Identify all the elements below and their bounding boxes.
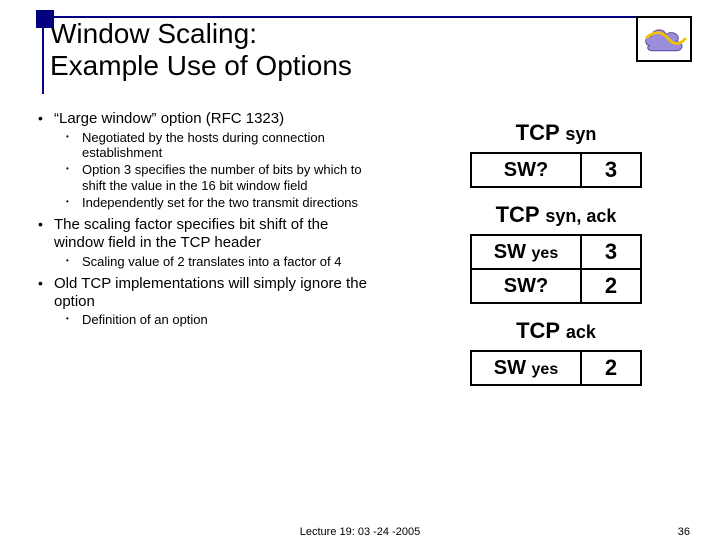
footer-center: Lecture 19: 03 -24 -2005	[0, 526, 720, 538]
sw-cell-main: SW	[494, 241, 532, 263]
footer-page-number: 36	[678, 526, 690, 538]
sub-bullet-text: Option 3 specifies the number of bits by…	[82, 162, 362, 192]
title-rule-top	[54, 16, 660, 18]
sub-bullet-item: Option 3 specifies the number of bits by…	[54, 162, 376, 193]
sw-cell-left: SW?	[471, 269, 581, 303]
tcp-heading-main: TCP	[516, 120, 566, 145]
title-rule-left	[42, 28, 44, 94]
sub-bullet-text: Definition of an option	[82, 312, 208, 327]
table-row: SW? 3	[471, 153, 641, 187]
sub-bullet-list: Definition of an option	[54, 312, 376, 327]
table-row: SW yes 3	[471, 235, 641, 269]
tcp-heading-main: TCP	[496, 202, 546, 227]
slide-logo	[636, 16, 692, 62]
bullet-list: “Large window” option (RFC 1323) Negotia…	[36, 110, 376, 328]
sub-bullet-text: Independently set for the two transmit d…	[82, 195, 358, 210]
table-row: SW? 2	[471, 269, 641, 303]
title-accent-square	[36, 10, 54, 28]
bullet-content: “Large window” option (RFC 1323) Negotia…	[36, 110, 376, 334]
slide-title: Window Scaling: Example Use of Options	[44, 18, 660, 82]
sw-cell-main: SW?	[504, 275, 548, 297]
diagram-column: TCP syn SW? 3 TCP syn, ack SW yes 3 SW? …	[426, 120, 686, 400]
sw-cell-sub: yes	[532, 245, 559, 262]
sw-cell-main: SW	[494, 357, 532, 379]
sw-cell-left: SW yes	[471, 351, 581, 385]
sw-cell-left: SW yes	[471, 235, 581, 269]
sw-cell-right: 3	[581, 235, 641, 269]
tcp-heading-sub: ack	[566, 322, 596, 342]
sub-bullet-list: Scaling value of 2 translates into a fac…	[54, 254, 376, 269]
sub-bullet-item: Scaling value of 2 translates into a fac…	[54, 254, 376, 269]
tcp-heading-sub: syn, ack	[545, 206, 616, 226]
sw-table: SW yes 3 SW? 2	[470, 234, 642, 304]
sw-cell-main: SW?	[504, 159, 548, 181]
sub-bullet-text: Scaling value of 2 translates into a fac…	[82, 254, 341, 269]
cloud-icon	[640, 20, 688, 58]
sw-table: SW? 3	[470, 152, 642, 188]
bullet-text: “Large window” option (RFC 1323)	[54, 110, 284, 127]
slide-title-area: Window Scaling: Example Use of Options	[44, 18, 660, 82]
sw-cell-right: 2	[581, 351, 641, 385]
bullet-text: Old TCP implementations will simply igno…	[54, 275, 367, 310]
tcp-heading: TCP ack	[426, 318, 686, 344]
sw-cell-sub: yes	[532, 361, 559, 378]
tcp-heading: TCP syn	[426, 120, 686, 146]
sw-table: SW yes 2	[470, 350, 642, 386]
sub-bullet-item: Independently set for the two transmit d…	[54, 195, 376, 210]
sub-bullet-list: Negotiated by the hosts during connectio…	[54, 130, 376, 211]
sw-cell-right: 2	[581, 269, 641, 303]
bullet-item: “Large window” option (RFC 1323) Negotia…	[36, 110, 376, 210]
sub-bullet-item: Negotiated by the hosts during connectio…	[54, 130, 376, 161]
sub-bullet-text: Negotiated by the hosts during connectio…	[82, 130, 325, 160]
sub-bullet-item: Definition of an option	[54, 312, 376, 327]
tcp-heading: TCP syn, ack	[426, 202, 686, 228]
sw-cell-left: SW?	[471, 153, 581, 187]
bullet-item: Old TCP implementations will simply igno…	[36, 275, 376, 328]
bullet-item: The scaling factor specifies bit shift o…	[36, 216, 376, 269]
tcp-heading-main: TCP	[516, 318, 566, 343]
table-row: SW yes 2	[471, 351, 641, 385]
sw-cell-right: 3	[581, 153, 641, 187]
tcp-heading-sub: syn	[565, 124, 596, 144]
bullet-text: The scaling factor specifies bit shift o…	[54, 216, 328, 251]
